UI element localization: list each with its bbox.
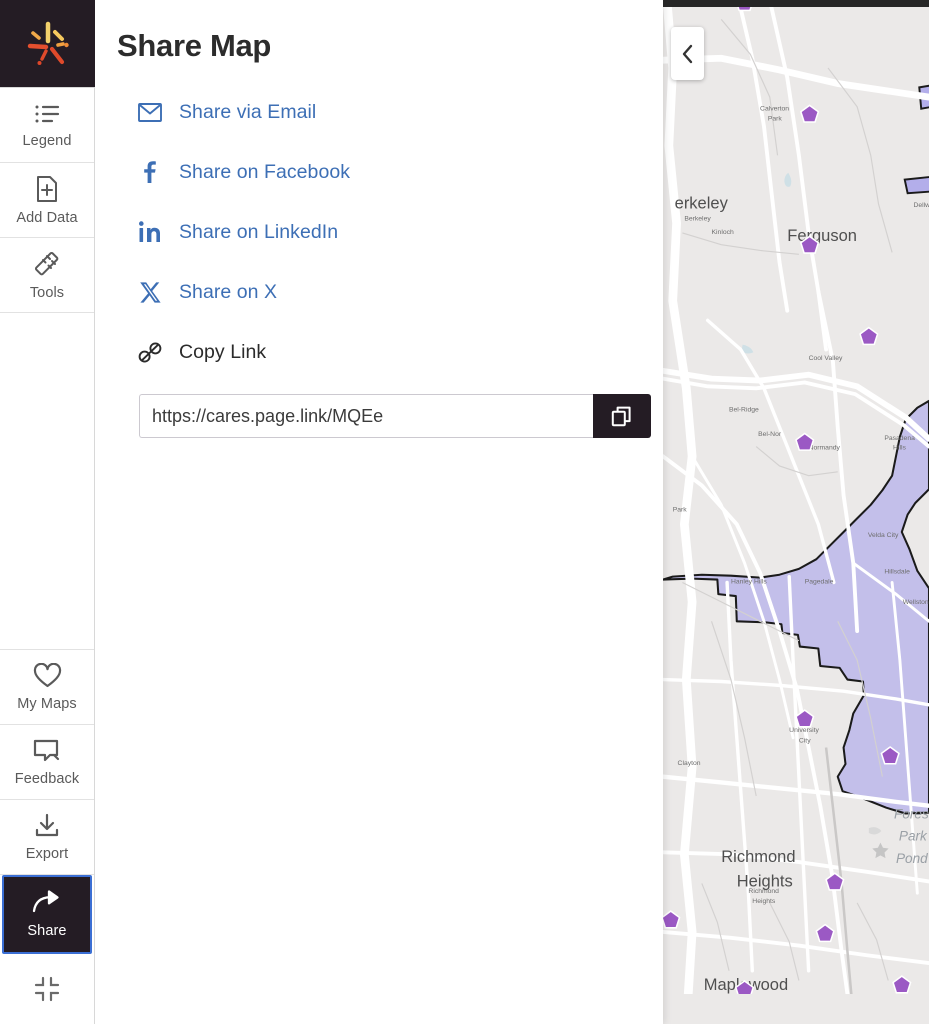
sidebar-item-legend[interactable]: Legend [0,88,94,163]
rail-spacer [0,313,94,650]
ruler-icon [34,251,59,275]
sidebar-item-label: Add Data [16,209,78,226]
share-option-label: Share on X [179,280,278,303]
share-option-label: Share on LinkedIn [179,220,339,243]
share-options-list: Share via Email Share on Facebook Share … [117,82,651,438]
left-icon-rail: Legend Add Data Tools My Maps Feedback E… [0,0,95,1024]
sidebar-item-export[interactable]: Export [0,800,94,875]
starburst-logo-icon [27,21,69,65]
share-option-label: Copy Link [179,340,267,363]
facebook-icon [137,159,163,185]
share-option-label: Share on Facebook [179,160,351,183]
sidebar-item-label: Legend [22,132,72,149]
share-on-facebook-link[interactable]: Share on Facebook [137,142,637,202]
sidebar-item-add-data[interactable]: Add Data [0,163,94,238]
share-arrow-icon [32,890,59,913]
share-via-email-link[interactable]: Share via Email [137,82,637,142]
page-title: Share Map [117,28,272,63]
app-logo[interactable] [0,0,95,88]
sidebar-item-label: Tools [29,284,65,301]
copy-link-heading: Copy Link [137,322,637,382]
map-graphics [663,0,929,995]
sidebar-item-feedback[interactable]: Feedback [0,725,94,800]
envelope-icon [137,102,163,122]
sidebar-item-my-maps[interactable]: My Maps [0,650,94,725]
collapse-corners-icon [34,976,60,1002]
download-icon [35,813,59,836]
sidebar-item-share[interactable]: Share [2,875,92,954]
sidebar-item-label: Share [27,923,67,939]
copy-link-group [139,394,651,438]
sidebar-item-label: Export [25,845,69,862]
comment-icon [33,739,60,761]
map-top-bar [663,0,929,7]
share-panel: Share Map Share via Email Share on Faceb… [95,0,663,1024]
sidebar-collapse-toggle[interactable] [0,954,94,1024]
chevron-left-icon [682,44,692,63]
x-twitter-icon [137,281,163,304]
linkedin-icon [137,220,163,244]
share-on-linkedin-link[interactable]: Share on LinkedIn [137,202,637,262]
list-icon [35,105,60,122]
map-canvas[interactable]: Calverton Park Berkeley Kinloch Cool Valley B… [663,0,929,1024]
share-on-x-link[interactable]: Share on X [137,262,637,322]
collapse-panel-button[interactable] [671,27,704,80]
copy-icon [611,406,631,426]
copy-url-button[interactable] [593,394,651,438]
sidebar-item-tools[interactable]: Tools [0,238,94,313]
file-plus-icon [37,175,57,202]
share-option-label: Share via Email [179,100,317,123]
link-chain-icon [137,341,163,364]
share-url-input[interactable] [139,394,593,438]
sidebar-item-label: My Maps [17,695,77,712]
heart-icon [33,662,61,687]
share-map-application: Legend Add Data Tools My Maps Feedback E… [0,0,929,1024]
sidebar-item-label: Feedback [14,770,80,787]
